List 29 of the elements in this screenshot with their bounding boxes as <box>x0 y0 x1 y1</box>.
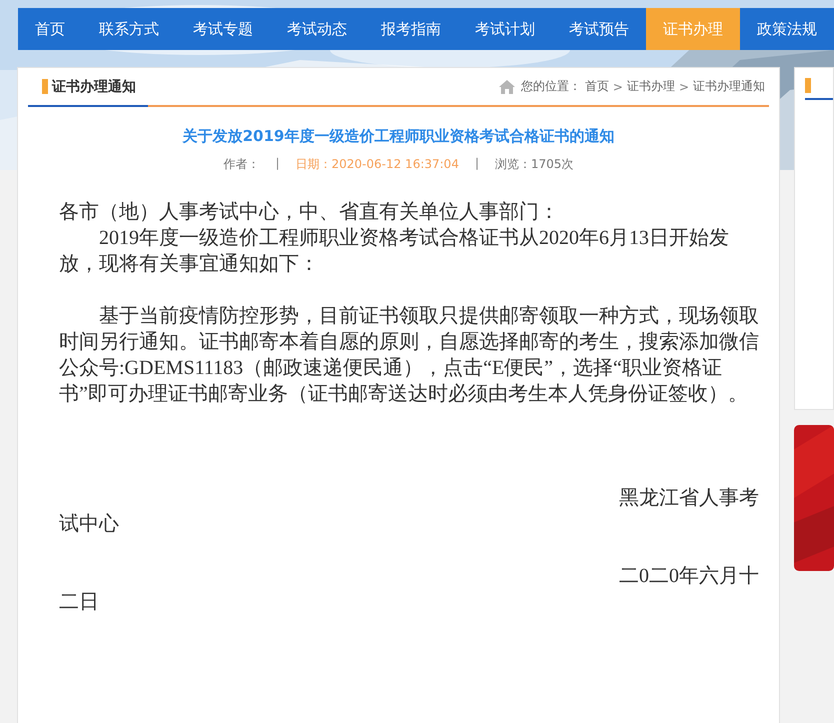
paragraph: 各市（地）人事考试中心，中、省直有关单位人事部门： <box>59 200 560 225</box>
title-marker <box>42 79 48 94</box>
signature-line: 黑龙江省人事考试中心 <box>59 486 759 537</box>
breadcrumb-separator: > <box>678 80 689 94</box>
paragraph: 2019年度一级造价工程师职业资格考试合格证书从2020年6月13日开始发放，现将有关事宜通知如下： <box>59 226 730 277</box>
section-title: 证书办理通知 <box>52 78 136 96</box>
nav-tab[interactable]: 联系方式 <box>82 8 176 50</box>
breadcrumb-link[interactable]: 首页 <box>584 78 609 95</box>
nav-tab[interactable]: 报考指南 <box>364 8 458 50</box>
paragraph: 基于当前疫情防控形势，目前证书领取只提供邮寄领取一种方式，现场领取时间另行通知。证书邮寄本着自愿的原则，自愿选择邮寄的考生，搜索添加微信公众号:GDEMS11183（邮政速递便民通），点击“E便民”，选择“职业资格证书”即可办理证书邮寄业务（证书邮寄送达时必须由考生本人凭身份证签收）。 <box>59 304 759 407</box>
nav-tab[interactable]: 政策法规 <box>740 8 834 50</box>
home-icon <box>498 80 515 94</box>
nav-tab[interactable]: 考试计划 <box>458 8 552 50</box>
breadcrumb-link[interactable]: 证书办理通知 <box>693 78 765 95</box>
nav-tab[interactable]: 考试预告 <box>552 8 646 50</box>
nav-tab[interactable]: 考试专题 <box>176 8 270 50</box>
publish-date: 日期：2020-06-12 16:37:04 <box>296 156 459 173</box>
meta-separator: | <box>474 156 479 172</box>
author-label: 作者： <box>223 156 260 173</box>
breadcrumb-separator: > <box>612 80 623 94</box>
nav-tab[interactable]: 首页 <box>18 8 82 50</box>
view-count: 浏览：1705次 <box>495 156 574 173</box>
title-marker <box>805 78 811 93</box>
article-title: 关于发放2019年度一级造价工程师职业资格考试合格证书的通知 <box>181 127 616 146</box>
meta-separator: | <box>275 156 280 172</box>
nav-tab[interactable]: 考试动态 <box>270 8 364 50</box>
breadcrumb-label: 您的位置： <box>520 78 581 95</box>
breadcrumb-link[interactable]: 证书办理 <box>626 78 675 95</box>
signature-line: 二0二0年六月十二日 <box>59 564 759 615</box>
